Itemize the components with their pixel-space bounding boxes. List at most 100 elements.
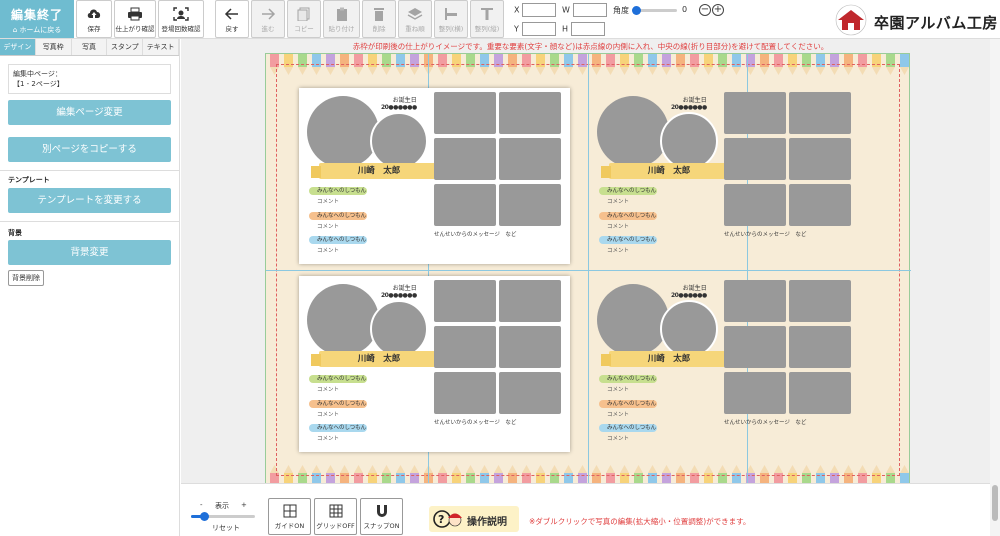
delete-button[interactable]: 削除 bbox=[362, 0, 396, 38]
comment-text[interactable]: コメント bbox=[317, 385, 339, 393]
grid-photo-frame[interactable] bbox=[434, 372, 496, 414]
change-background-button[interactable]: 背景変更 bbox=[8, 240, 171, 265]
photo-frame-large[interactable] bbox=[307, 284, 379, 356]
grid-photo-frame[interactable] bbox=[434, 184, 496, 226]
question-label[interactable]: みんなへのしつもん bbox=[309, 236, 367, 244]
preview-button[interactable]: 仕上がり確認 bbox=[114, 0, 156, 38]
photo-frame-small[interactable] bbox=[370, 300, 428, 358]
workspace-scrollbar[interactable] bbox=[990, 39, 1000, 536]
align-horizontal-button[interactable]: 整列(横) bbox=[434, 0, 468, 38]
snap-toggle[interactable]: スナップON bbox=[360, 498, 403, 535]
question-label[interactable]: みんなへのしつもん bbox=[309, 187, 367, 195]
guide-toggle[interactable]: ガイドON bbox=[268, 498, 311, 535]
grid-photo-frame[interactable] bbox=[724, 372, 786, 414]
grid-photo-frame[interactable] bbox=[789, 184, 851, 226]
teacher-message[interactable]: せんせいからのメッセージ など bbox=[724, 418, 806, 426]
change-template-button[interactable]: テンプレートを変更する bbox=[8, 188, 171, 213]
comment-text[interactable]: コメント bbox=[317, 434, 339, 442]
question-label[interactable]: みんなへのしつもん bbox=[309, 424, 367, 432]
question-label[interactable]: みんなへのしつもん bbox=[599, 375, 657, 383]
question-label[interactable]: みんなへのしつもん bbox=[309, 212, 367, 220]
grid-photo-frame[interactable] bbox=[724, 184, 786, 226]
grid-photo-frame[interactable] bbox=[499, 326, 561, 368]
comment-text[interactable]: コメント bbox=[317, 246, 339, 254]
save-button[interactable]: 保存 bbox=[76, 0, 112, 38]
question-label[interactable]: みんなへのしつもん bbox=[599, 236, 657, 244]
help-button[interactable]: ? 操作説明 bbox=[429, 506, 519, 532]
comment-text[interactable]: コメント bbox=[607, 410, 629, 418]
w-input[interactable] bbox=[572, 3, 607, 17]
photo-frame-large[interactable] bbox=[307, 96, 379, 168]
teacher-message[interactable]: せんせいからのメッセージ など bbox=[724, 230, 806, 238]
album-spread-canvas[interactable]: お誕生日 20●●●●●● 川崎 太郎 みんなへのしつもん コメント みんなへの… bbox=[265, 53, 911, 487]
paste-button[interactable]: 貼り付け bbox=[323, 0, 360, 38]
grid-photo-frame[interactable] bbox=[789, 372, 851, 414]
zoom-plus[interactable]: + bbox=[241, 501, 247, 509]
grid-photo-frame[interactable] bbox=[789, 138, 851, 180]
copy-button[interactable]: コピー bbox=[287, 0, 321, 38]
grid-photo-frame[interactable] bbox=[434, 138, 496, 180]
grid-photo-frame[interactable] bbox=[499, 184, 561, 226]
question-label[interactable]: みんなへのしつもん bbox=[309, 400, 367, 408]
tab-photo-frame[interactable]: 写真枠 bbox=[35, 39, 72, 55]
zoom-minus[interactable]: - bbox=[200, 501, 203, 509]
align-vertical-button[interactable]: 整列(縦) bbox=[470, 0, 504, 38]
profile-page-card[interactable]: お誕生日 20●●●●●● 川崎 太郎 みんなへのしつもん コメント みんなへの… bbox=[299, 88, 570, 264]
comment-text[interactable]: コメント bbox=[317, 222, 339, 230]
grid-photo-frame[interactable] bbox=[499, 92, 561, 134]
copy-page-button[interactable]: 別ページをコピーする bbox=[8, 137, 171, 162]
y-input[interactable] bbox=[521, 22, 556, 36]
grid-photo-frame[interactable] bbox=[434, 92, 496, 134]
comment-text[interactable]: コメント bbox=[607, 246, 629, 254]
appearance-count-button[interactable]: 登場回数確認 bbox=[158, 0, 204, 38]
finish-edit-button[interactable]: 編集終了 ⌂ ホームに戻る bbox=[0, 0, 74, 38]
grid-photo-frame[interactable] bbox=[724, 92, 786, 134]
change-edit-page-button[interactable]: 編集ページ変更 bbox=[8, 100, 171, 125]
comment-text[interactable]: コメント bbox=[317, 410, 339, 418]
profile-page-card[interactable]: お誕生日 20●●●●●● 川崎 太郎 みんなへのしつもん コメント みんなへの… bbox=[299, 276, 570, 452]
teacher-message[interactable]: せんせいからのメッセージ など bbox=[434, 418, 516, 426]
grid-photo-frame[interactable] bbox=[789, 326, 851, 368]
grid-photo-frame[interactable] bbox=[789, 280, 851, 322]
h-input[interactable] bbox=[571, 22, 606, 36]
tab-text[interactable]: テキスト bbox=[143, 39, 179, 55]
name-ribbon[interactable]: 川崎 太郎 bbox=[601, 351, 737, 367]
question-label[interactable]: みんなへのしつもん bbox=[599, 400, 657, 408]
grid-photo-frame[interactable] bbox=[724, 326, 786, 368]
photo-frame-small[interactable] bbox=[370, 112, 428, 170]
comment-text[interactable]: コメント bbox=[607, 385, 629, 393]
grid-photo-frame[interactable] bbox=[499, 372, 561, 414]
grid-photo-frame[interactable] bbox=[434, 326, 496, 368]
grid-photo-frame[interactable] bbox=[499, 138, 561, 180]
reset-button[interactable]: リセット bbox=[212, 523, 240, 533]
undo-button[interactable]: 戻す bbox=[215, 0, 249, 38]
profile-page-card[interactable]: お誕生日 20●●●●●● 川崎 太郎 みんなへのしつもん コメント みんなへの… bbox=[589, 276, 871, 452]
zoom-slider-handle[interactable] bbox=[199, 512, 209, 521]
photo-frame-large[interactable] bbox=[597, 96, 669, 168]
grid-photo-frame[interactable] bbox=[499, 280, 561, 322]
scrollbar-thumb[interactable] bbox=[992, 485, 998, 521]
name-ribbon[interactable]: 川崎 太郎 bbox=[311, 163, 447, 179]
comment-text[interactable]: コメント bbox=[607, 197, 629, 205]
question-label[interactable]: みんなへのしつもん bbox=[599, 424, 657, 432]
photo-frame-large[interactable] bbox=[597, 284, 669, 356]
angle-increase-button[interactable]: + bbox=[712, 4, 724, 16]
delete-background-button[interactable]: 背景削除 bbox=[8, 270, 44, 286]
teacher-message[interactable]: せんせいからのメッセージ など bbox=[434, 230, 516, 238]
comment-text[interactable]: コメント bbox=[607, 222, 629, 230]
home-link[interactable]: ⌂ ホームに戻る bbox=[0, 25, 74, 35]
photo-frame-small[interactable] bbox=[660, 112, 718, 170]
angle-slider-handle[interactable] bbox=[632, 6, 641, 15]
name-ribbon[interactable]: 川崎 太郎 bbox=[311, 351, 447, 367]
photo-frame-small[interactable] bbox=[660, 300, 718, 358]
layer-order-button[interactable]: 重ね順 bbox=[398, 0, 432, 38]
x-input[interactable] bbox=[522, 3, 557, 17]
grid-photo-frame[interactable] bbox=[789, 92, 851, 134]
angle-decrease-button[interactable]: − bbox=[699, 4, 711, 16]
tab-photo[interactable]: 写真 bbox=[71, 39, 108, 55]
grid-toggle[interactable]: グリッドOFF bbox=[314, 498, 357, 535]
question-label[interactable]: みんなへのしつもん bbox=[309, 375, 367, 383]
comment-text[interactable]: コメント bbox=[607, 434, 629, 442]
tab-design[interactable]: デザイン bbox=[0, 39, 36, 55]
question-label[interactable]: みんなへのしつもん bbox=[599, 212, 657, 220]
